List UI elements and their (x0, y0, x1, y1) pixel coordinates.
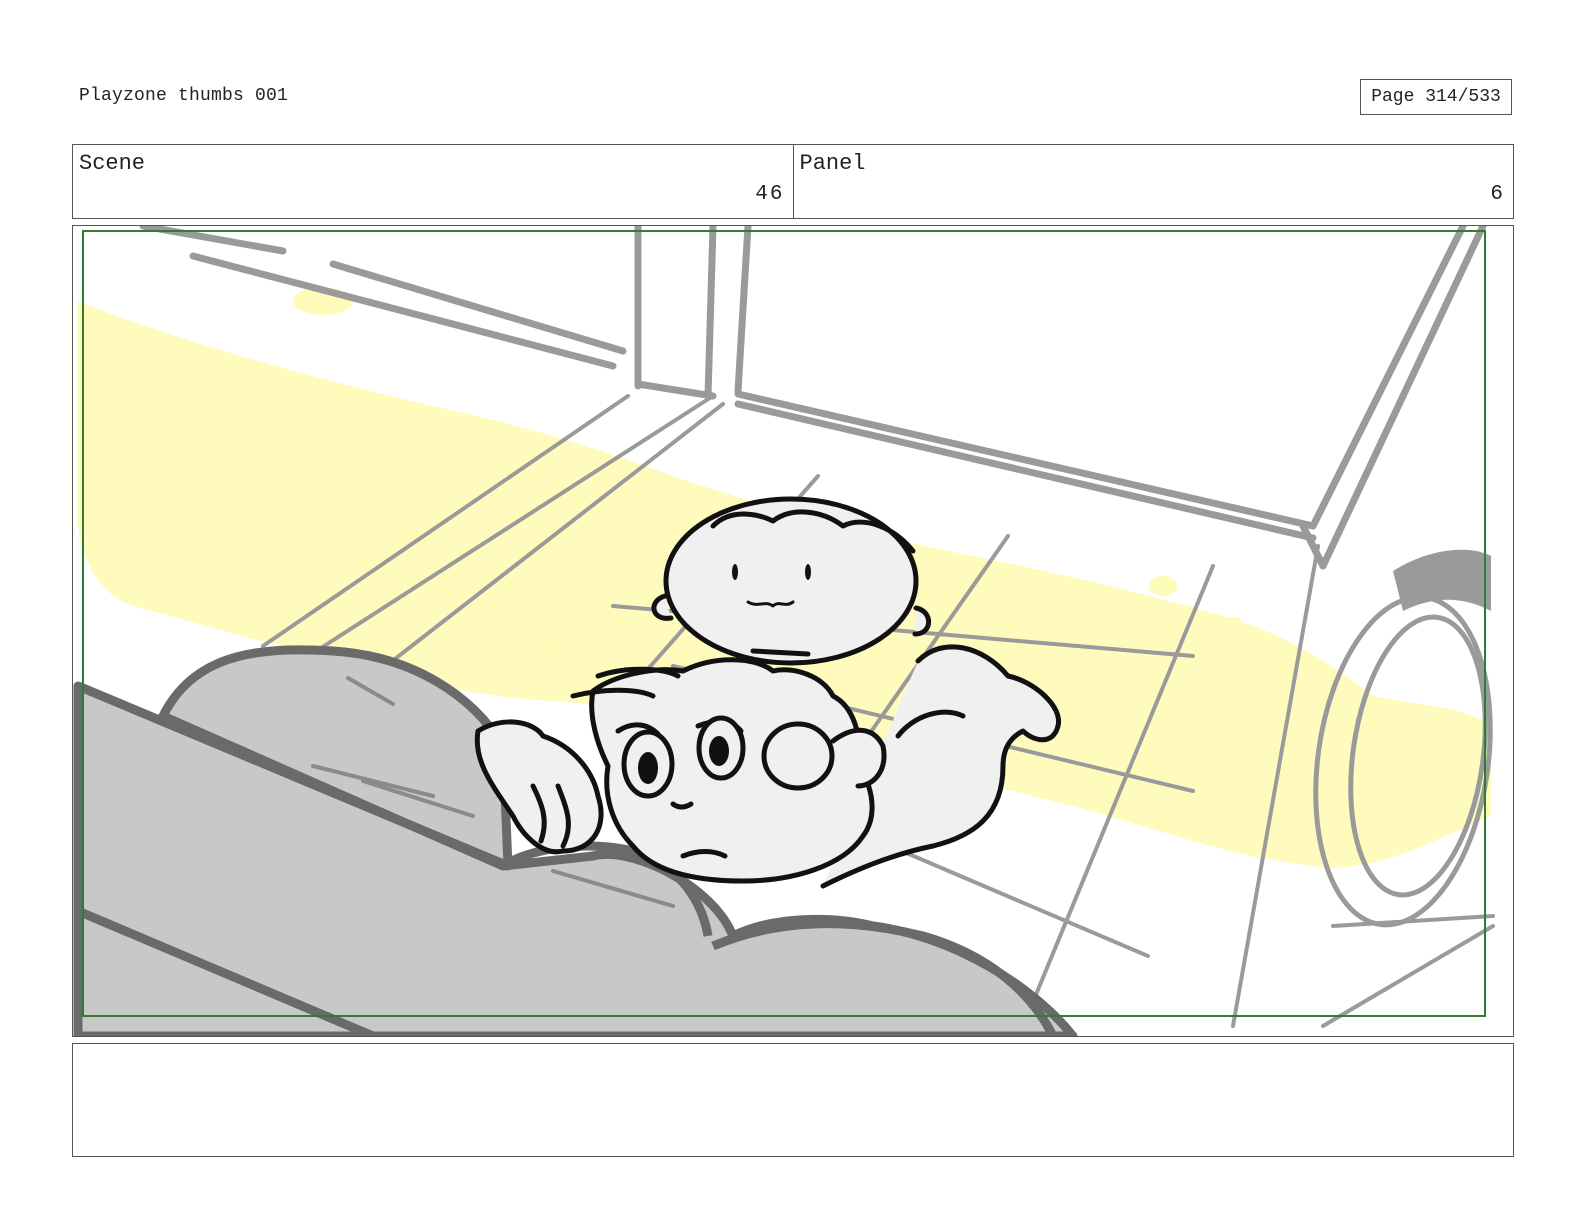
storyboard-panel (72, 225, 1514, 1037)
panel-notes (72, 1043, 1514, 1157)
panel-number: 6 (1490, 183, 1505, 206)
panel-cell: Panel 6 (792, 145, 1514, 218)
scene-panel-info: Scene 46 Panel 6 (72, 144, 1514, 219)
page-counter: Page 314/533 (1360, 79, 1512, 115)
document-title: Playzone thumbs 001 (79, 86, 289, 106)
storyboard-sketch (73, 226, 1495, 1036)
scene-number: 46 (755, 183, 785, 206)
scene-label: Scene (79, 151, 146, 176)
scene-cell: Scene 46 (73, 145, 793, 218)
panel-label: Panel (799, 151, 866, 176)
